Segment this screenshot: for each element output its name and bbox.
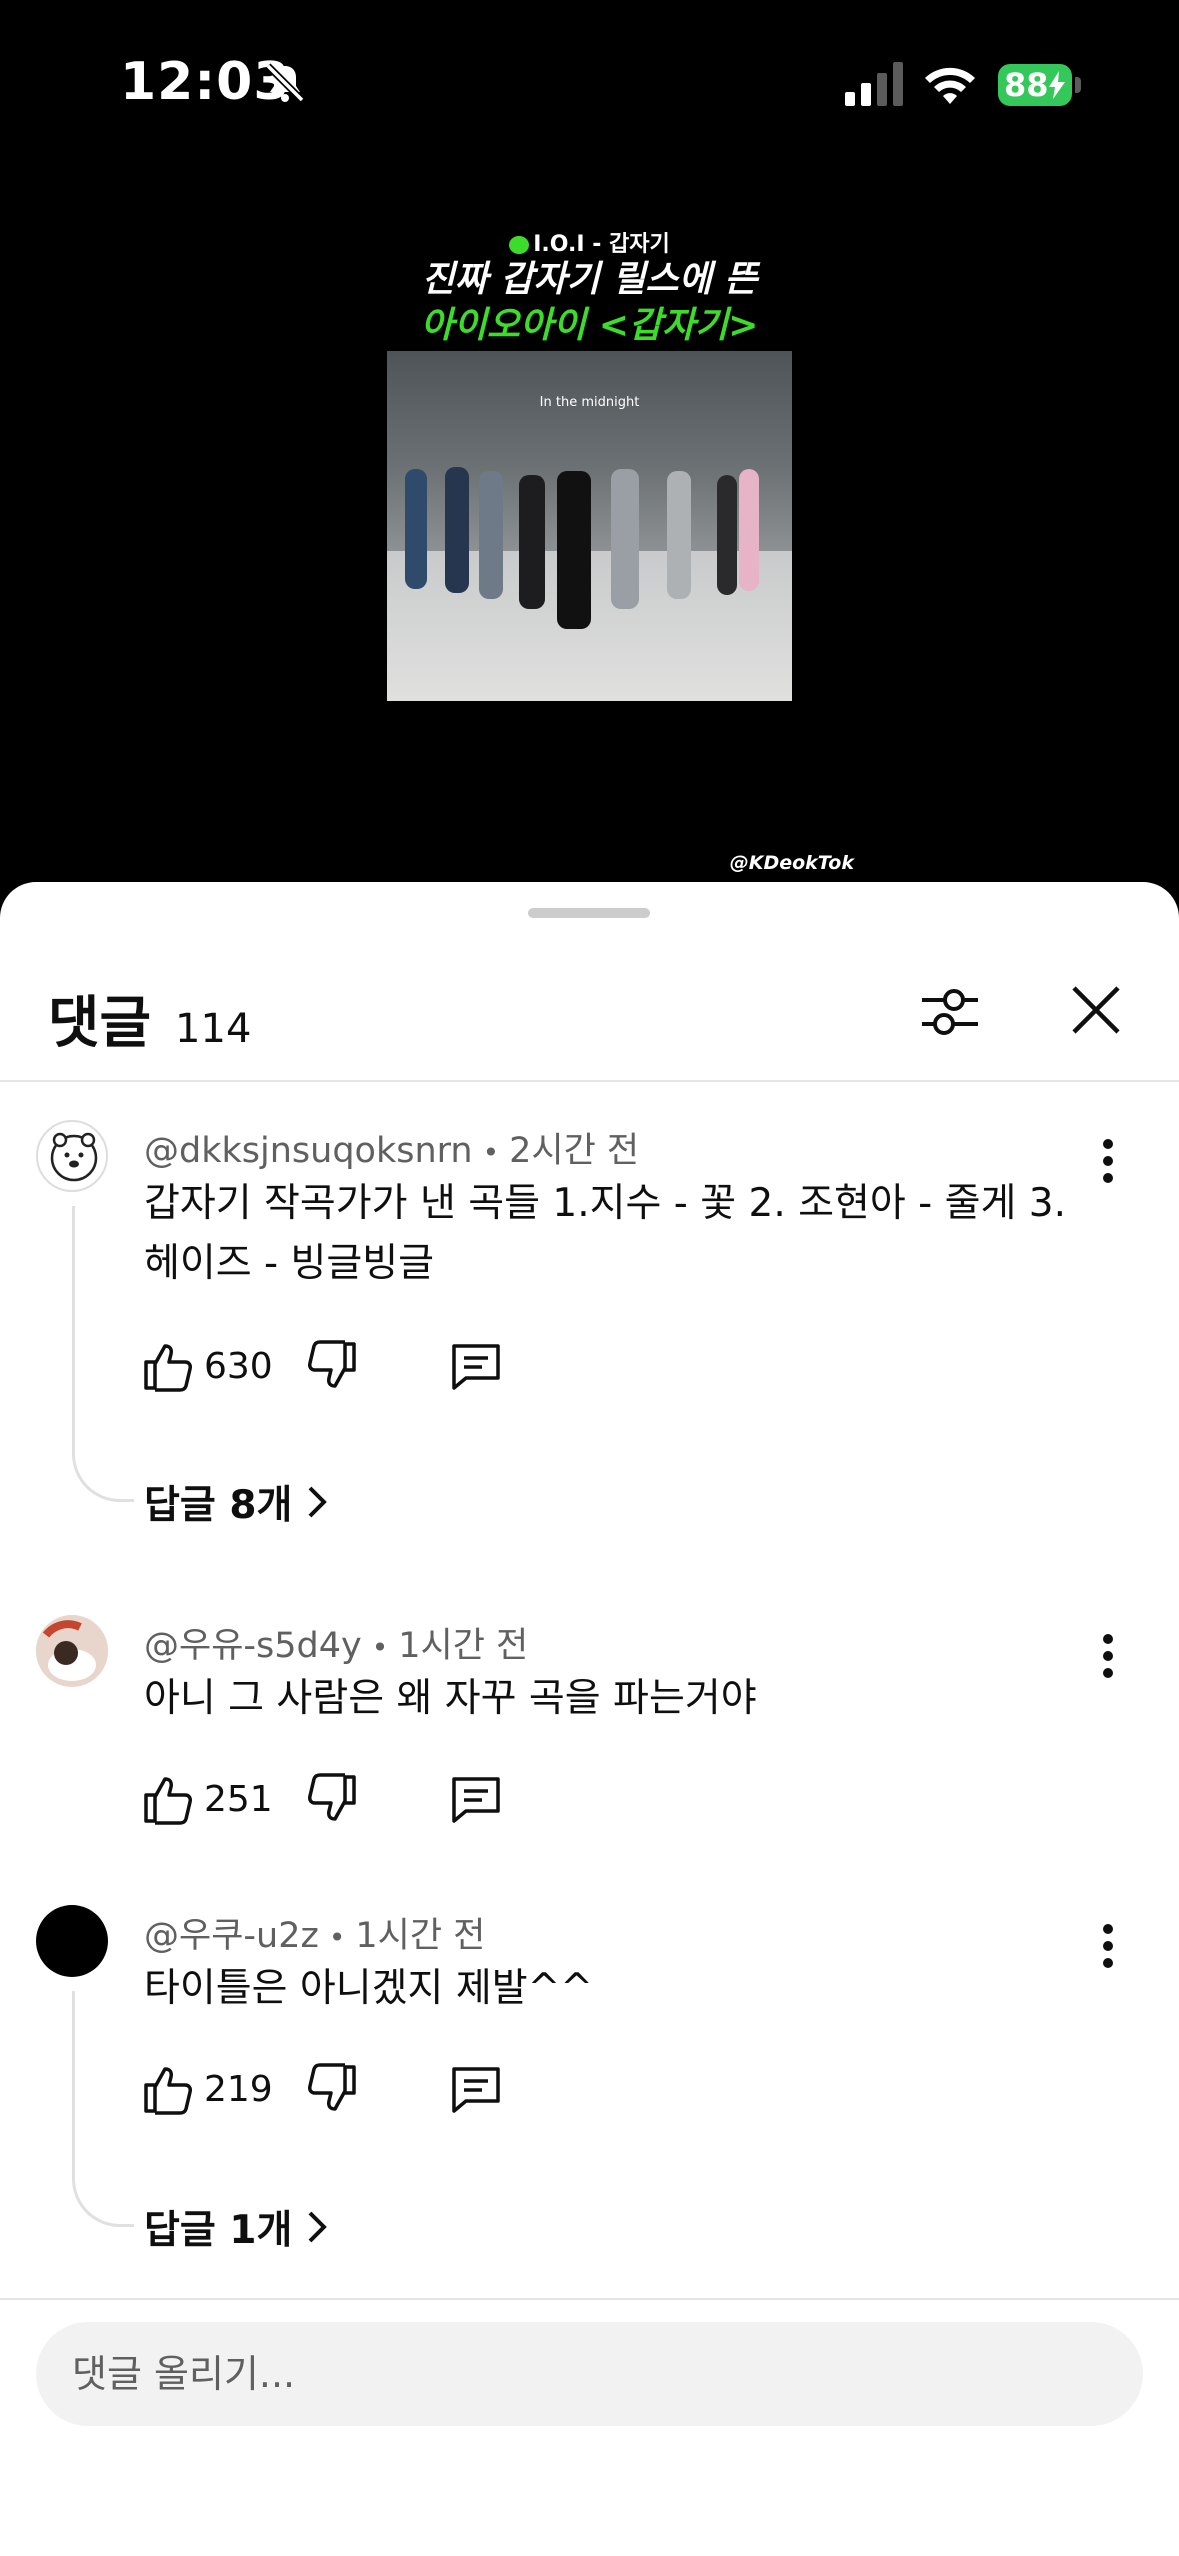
comment-actions: 219 [140, 2059, 504, 2119]
cellular-signal-icon [845, 62, 903, 106]
chevron-right-icon [308, 1486, 328, 1518]
comments-count: 114 [175, 1006, 252, 1052]
video-player[interactable]: I.O.I - 갑자기 진짜 갑자기 릴스에 뜬 아이오아이 <갑자기> In … [0, 170, 1179, 890]
profile-photo-icon [36, 1615, 108, 1687]
comment-author[interactable]: @우쿠-u2z [144, 1916, 319, 1956]
like-count: 251 [204, 1778, 273, 1820]
like-count: 219 [204, 2068, 273, 2110]
reply-thread-line [72, 1991, 134, 2227]
comment-input[interactable] [72, 2322, 1102, 2426]
reply-icon[interactable] [448, 1771, 504, 1827]
bell-muted-icon [265, 63, 305, 103]
composer-divider [0, 2298, 1179, 2300]
like-count: 630 [204, 1345, 273, 1387]
avatar[interactable] [36, 1905, 108, 1977]
battery-level: 88 [1004, 66, 1049, 104]
video-caption: In the midnight [539, 395, 640, 410]
comments-title: 댓글 [48, 991, 152, 1056]
comments-header: 댓글 114 [48, 978, 251, 1058]
filter-icon[interactable] [918, 980, 982, 1044]
comment-meta: @우유-s5d4y • 1시간 전 [144, 1626, 529, 1666]
comment-actions: 630 [140, 1336, 504, 1396]
comment-author[interactable]: @우유-s5d4y [144, 1626, 362, 1666]
avatar[interactable] [36, 1120, 108, 1192]
comment-time: 1시간 전 [398, 1626, 529, 1666]
wifi-icon [925, 67, 975, 104]
more-options-icon[interactable] [1096, 1921, 1120, 1971]
dislike-icon[interactable] [304, 2061, 360, 2117]
battery-indicator: 88 [998, 64, 1082, 106]
comment-composer[interactable] [36, 2322, 1143, 2426]
comment-text: 갑자기 작곡가가 낸 곡들 1.지수 - 꽃 2. 조현아 - 줄게 3. 헤이… [144, 1181, 1066, 1286]
replies-button[interactable]: 답글 8개 [144, 1474, 328, 1530]
reply-icon[interactable] [448, 2061, 504, 2117]
more-options-icon[interactable] [1096, 1631, 1120, 1681]
video-thumbnail: In the midnight [387, 351, 792, 701]
header-divider [0, 1080, 1179, 1082]
more-options-icon[interactable] [1096, 1136, 1120, 1186]
comment-text: 아니 그 사람은 왜 자꾸 곡을 파는거야 [144, 1676, 757, 1721]
like-icon[interactable] [140, 1771, 196, 1827]
video-watermark: @KDeokTok [729, 852, 854, 874]
close-icon[interactable] [1068, 982, 1124, 1038]
status-bar: 12:03 88 [0, 0, 1179, 170]
drag-handle[interactable] [528, 908, 650, 918]
comment-meta: @dkksjnsuqoksnrn • 2시간 전 [144, 1131, 640, 1171]
video-title-line2: 아이오아이 <갑자기> [420, 305, 759, 346]
replies-button[interactable]: 답글 1개 [144, 2199, 328, 2255]
comment-actions: 251 [140, 1769, 504, 1829]
chevron-right-icon [308, 2211, 328, 2243]
avatar[interactable] [36, 1615, 108, 1687]
comment-author[interactable]: @dkksjnsuqoksnrn [144, 1131, 473, 1171]
comment-time: 1시간 전 [355, 1916, 486, 1956]
reply-icon[interactable] [448, 1338, 504, 1394]
like-icon[interactable] [140, 1338, 196, 1394]
like-icon[interactable] [140, 2061, 196, 2117]
comment-text: 타이틀은 아니겠지 제발^^ [144, 1966, 593, 2011]
video-title-line1: 진짜 갑자기 릴스에 뜬 [421, 259, 758, 300]
dislike-icon[interactable] [304, 1338, 360, 1394]
comment-meta: @우쿠-u2z • 1시간 전 [144, 1916, 486, 1956]
reply-thread-line [72, 1206, 134, 1502]
charging-bolt-icon [1048, 71, 1065, 99]
dislike-icon[interactable] [304, 1771, 360, 1827]
comment-time: 2시간 전 [509, 1131, 640, 1171]
